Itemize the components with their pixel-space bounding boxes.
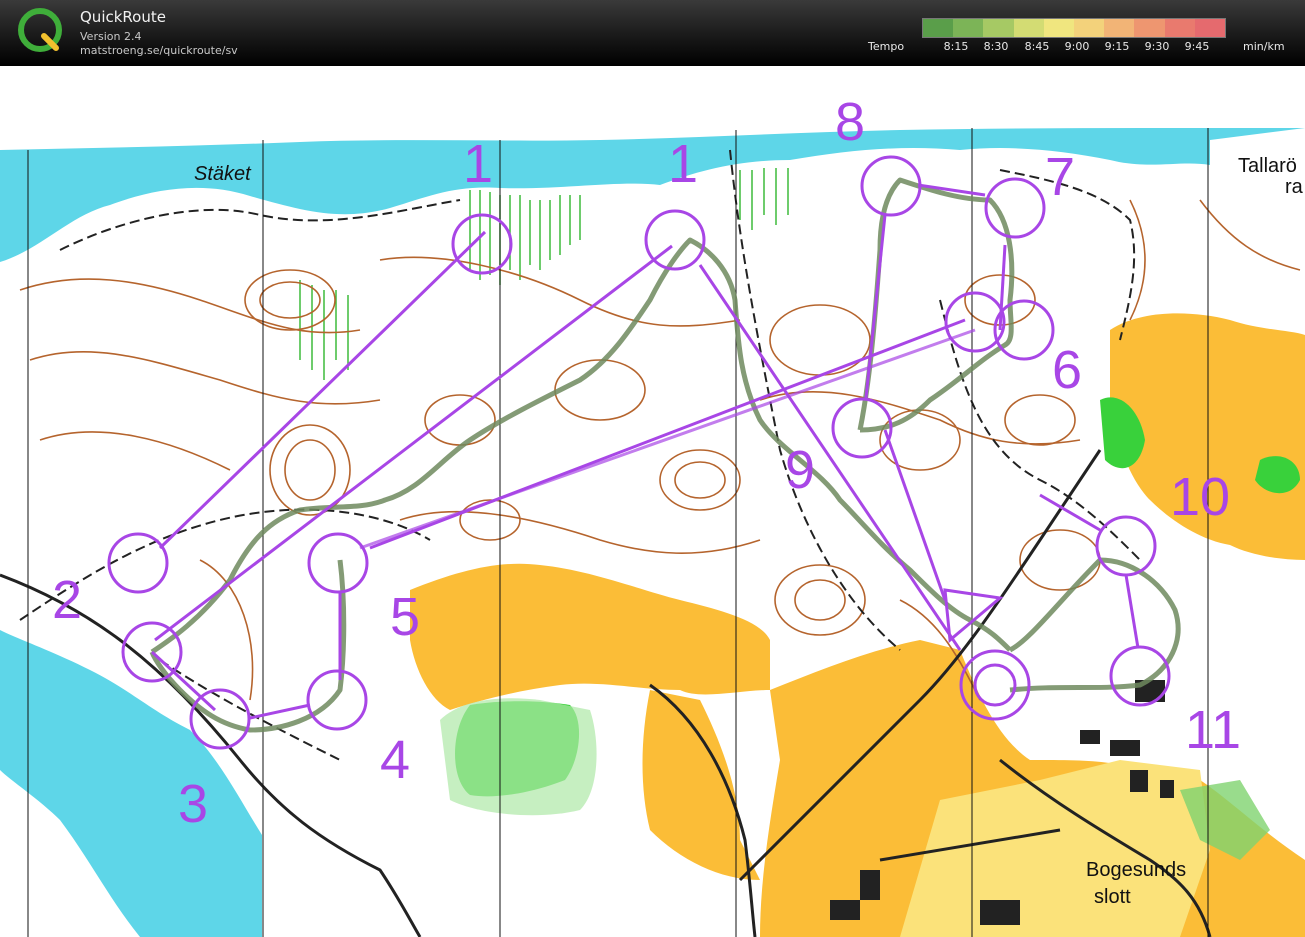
control-number: 3 [178,774,208,834]
tempo-swatch [1013,19,1044,37]
tempo-swatch [923,19,954,37]
app-version: Version 2.4 [80,30,142,43]
tempo-tick: 9:15 [1104,40,1130,53]
tempo-swatch [1194,19,1226,37]
tempo-color-scale [922,18,1226,38]
tempo-swatch [1104,19,1135,37]
quickroute-logo-icon [18,8,62,52]
control-number: 2 [52,570,82,630]
place-name-slott: slott [1094,886,1131,908]
map-canvas[interactable]: 1 1 8 7 6 10 9 2 5 3 4 11 Stäket Tallarö… [0,66,1305,937]
tempo-label: Tempo [868,40,905,53]
tempo-swatch [1043,19,1075,37]
green-area [440,698,597,816]
place-name-tallaro: Tallarö [1238,155,1297,177]
control-number: 4 [380,730,410,790]
tempo-swatch [983,19,1014,37]
tempo-tick: 9:45 [1184,40,1210,53]
tempo-tick: 9:00 [1064,40,1090,53]
place-name-bogesunds: Bogesunds [1086,859,1186,881]
control-number: 7 [1045,147,1075,207]
tempo-tick: 9:30 [1144,40,1170,53]
tempo-swatch [1074,19,1105,37]
control-number: 6 [1052,340,1082,400]
tempo-unit: min/km [1243,40,1285,53]
tempo-tick: 8:30 [983,40,1009,53]
place-name-tallaro-suffix: ra [1285,176,1304,198]
orienteering-map[interactable]: 1 1 8 7 6 10 9 2 5 3 4 11 Stäket Tallarö… [0,66,1305,937]
app-title: QuickRoute [80,8,166,26]
control-number: 1 [463,134,493,194]
control-number: 1 [668,134,698,194]
control-number: 8 [835,92,865,152]
tempo-tick: 8:45 [1024,40,1050,53]
tempo-swatch [1164,19,1195,37]
control-number: 5 [390,587,420,647]
app-header: QuickRoute Version 2.4 matstroeng.se/qui… [0,0,1305,66]
place-name-staket: Stäket [194,163,252,185]
control-number: 11 [1185,700,1241,760]
control-number: 9 [785,440,815,500]
control-number: 10 [1170,467,1230,527]
tempo-tick: 8:15 [943,40,969,53]
tempo-swatch [1134,19,1165,37]
app-url: matstroeng.se/quickroute/sv [80,44,238,57]
tempo-swatch [953,19,984,37]
